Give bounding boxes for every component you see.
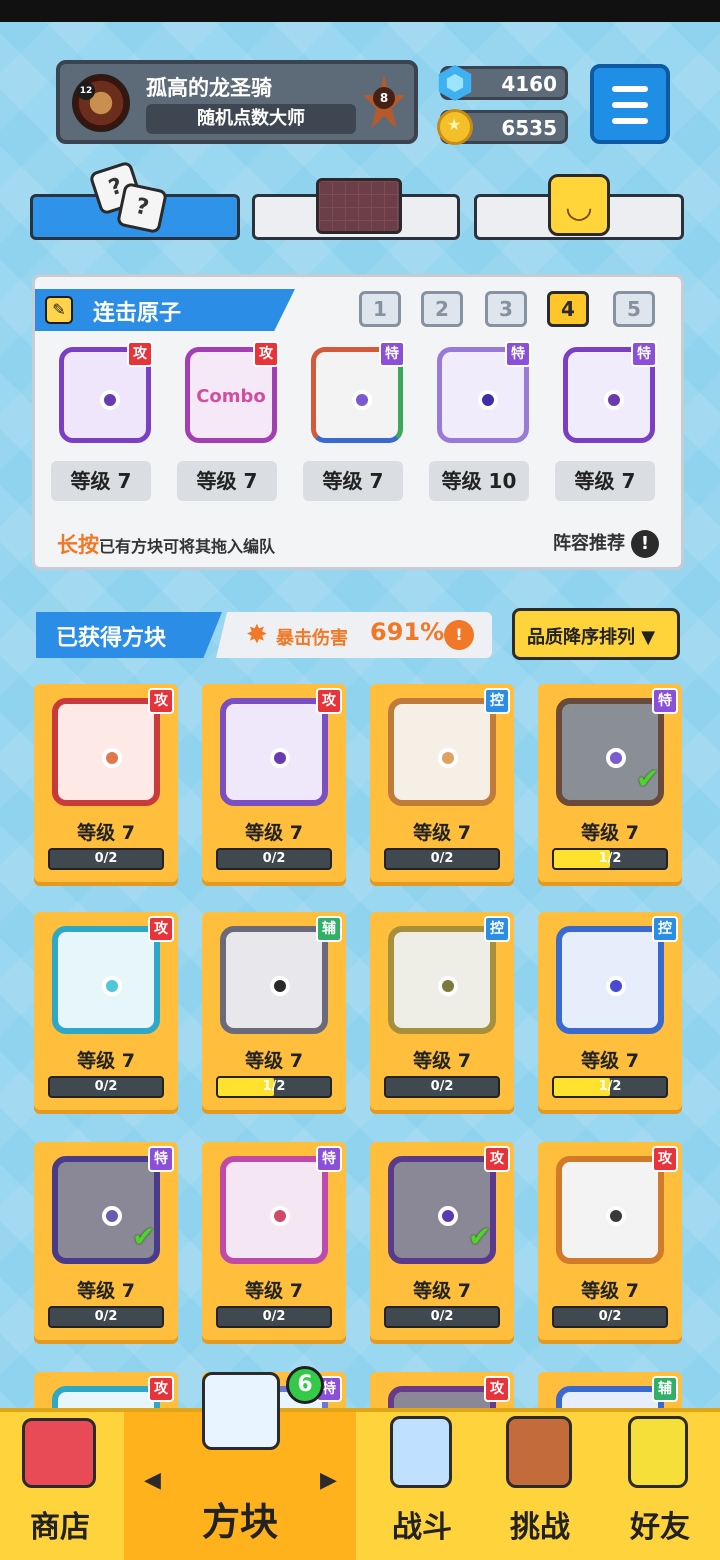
block-card[interactable]: 攻等级 7 0/2 bbox=[538, 1142, 682, 1340]
upgrade-progress-bar: 0/2 bbox=[48, 1076, 164, 1098]
nav-friends[interactable]: 好友 bbox=[600, 1412, 720, 1560]
block-level: 等级 7 bbox=[245, 1050, 303, 1072]
block-card[interactable]: 特等级 7 0/2 bbox=[202, 1142, 346, 1340]
block-level: 等级 7 bbox=[413, 1050, 471, 1072]
block-level: 等级 7 bbox=[413, 1280, 471, 1302]
upgrade-progress-text: 1/2 bbox=[598, 851, 622, 866]
upgrade-progress-text: 0/2 bbox=[262, 1309, 286, 1324]
block-art bbox=[388, 698, 496, 806]
block-level: 等级 7 bbox=[245, 822, 303, 844]
type-badge: 攻 bbox=[148, 916, 174, 942]
block-card[interactable]: 特 ✔ 等级 7 1/2 bbox=[538, 684, 682, 882]
block-art bbox=[388, 926, 496, 1034]
upgrade-progress-bar: 0/2 bbox=[48, 848, 164, 870]
block-art bbox=[556, 1156, 664, 1264]
upgrade-progress-bar: 1/2 bbox=[216, 1076, 332, 1098]
blocks-notification-badge: 6 bbox=[286, 1366, 324, 1404]
mystery-cube-icon bbox=[202, 1372, 280, 1450]
upgrade-progress-text: 0/2 bbox=[598, 1309, 622, 1324]
battle-shield-icon bbox=[390, 1416, 452, 1488]
block-card[interactable]: 特 ✔ 等级 7 0/2 bbox=[34, 1142, 178, 1340]
upgrade-progress-text: 0/2 bbox=[430, 1079, 454, 1094]
upgrade-progress-bar: 0/2 bbox=[48, 1306, 164, 1328]
type-badge: 控 bbox=[652, 916, 678, 942]
upgrade-progress-text: 1/2 bbox=[598, 1079, 622, 1094]
type-badge: 攻 bbox=[148, 688, 174, 714]
block-art bbox=[52, 926, 160, 1034]
bottom-nav: 商店 ◀ ▶ 方块 6 战斗 挑战 好友 bbox=[0, 1366, 720, 1560]
upgrade-progress-bar: 1/2 bbox=[552, 1076, 668, 1098]
block-level: 等级 7 bbox=[413, 822, 471, 844]
block-level: 等级 7 bbox=[245, 1280, 303, 1302]
nav-challenge[interactable]: 挑战 bbox=[482, 1412, 598, 1560]
block-level: 等级 7 bbox=[581, 822, 639, 844]
type-badge: 辅 bbox=[316, 916, 342, 942]
type-badge: 特 bbox=[652, 688, 678, 714]
nav-blocks[interactable]: ◀ ▶ 方块 bbox=[124, 1372, 356, 1560]
upgrade-progress-bar: 0/2 bbox=[216, 1306, 332, 1328]
upgrade-progress-bar: 0/2 bbox=[384, 1306, 500, 1328]
challenge-gate-icon bbox=[506, 1416, 572, 1488]
block-card[interactable]: 控等级 7 0/2 bbox=[370, 912, 514, 1110]
upgrade-progress-text: 0/2 bbox=[94, 1309, 118, 1324]
block-art bbox=[220, 698, 328, 806]
type-badge: 控 bbox=[484, 688, 510, 714]
block-level: 等级 7 bbox=[581, 1050, 639, 1072]
type-badge: 攻 bbox=[316, 688, 342, 714]
block-level: 等级 7 bbox=[77, 822, 135, 844]
nav-shop[interactable]: 商店 bbox=[0, 1412, 120, 1560]
type-badge: 辅 bbox=[652, 1376, 678, 1402]
type-badge: 攻 bbox=[484, 1146, 510, 1172]
block-art bbox=[52, 698, 160, 806]
block-card[interactable]: 攻 ✔ 等级 7 0/2 bbox=[370, 1142, 514, 1340]
shop-icon bbox=[22, 1418, 96, 1488]
block-level: 等级 7 bbox=[77, 1280, 135, 1302]
type-badge: 特 bbox=[316, 1146, 342, 1172]
equipped-check-icon: ✔ bbox=[132, 1220, 156, 1253]
upgrade-progress-bar: 0/2 bbox=[552, 1306, 668, 1328]
equipped-check-icon: ✔ bbox=[468, 1220, 492, 1253]
arrow-left-icon[interactable]: ◀ bbox=[144, 1468, 161, 1493]
block-card[interactable]: 控等级 7 0/2 bbox=[370, 684, 514, 882]
block-art bbox=[556, 926, 664, 1034]
block-art bbox=[220, 926, 328, 1034]
block-card[interactable]: 控等级 7 1/2 bbox=[538, 912, 682, 1110]
equipped-check-icon: ✔ bbox=[636, 762, 660, 795]
block-art bbox=[220, 1156, 328, 1264]
block-card[interactable]: 攻等级 7 0/2 bbox=[34, 912, 178, 1110]
friends-icon bbox=[628, 1416, 688, 1488]
upgrade-progress-text: 0/2 bbox=[262, 851, 286, 866]
block-card[interactable]: 辅等级 7 1/2 bbox=[202, 912, 346, 1110]
upgrade-progress-bar: 0/2 bbox=[384, 1076, 500, 1098]
block-card[interactable]: 攻等级 7 0/2 bbox=[34, 684, 178, 882]
block-level: 等级 7 bbox=[77, 1050, 135, 1072]
upgrade-progress-bar: 0/2 bbox=[384, 848, 500, 870]
type-badge: 攻 bbox=[148, 1376, 174, 1402]
upgrade-progress-text: 0/2 bbox=[94, 1079, 118, 1094]
arrow-right-icon[interactable]: ▶ bbox=[320, 1468, 337, 1493]
block-card[interactable]: 攻等级 7 0/2 bbox=[202, 684, 346, 882]
upgrade-progress-text: 1/2 bbox=[262, 1079, 286, 1094]
block-level: 等级 7 bbox=[581, 1280, 639, 1302]
type-badge: 攻 bbox=[484, 1376, 510, 1402]
upgrade-progress-text: 0/2 bbox=[430, 851, 454, 866]
upgrade-progress-text: 0/2 bbox=[94, 851, 118, 866]
block-grid: 攻等级 7 0/2 攻等级 7 0/2 控等级 7 0/2 特 ✔ 等级 7 1/2 攻等级 7 0/… bbox=[0, 0, 720, 1560]
upgrade-progress-text: 0/2 bbox=[430, 1309, 454, 1324]
upgrade-progress-bar: 0/2 bbox=[216, 848, 332, 870]
type-badge: 控 bbox=[484, 916, 510, 942]
type-badge: 特 bbox=[148, 1146, 174, 1172]
upgrade-progress-bar: 1/2 bbox=[552, 848, 668, 870]
type-badge: 攻 bbox=[652, 1146, 678, 1172]
nav-battle[interactable]: 战斗 bbox=[362, 1412, 482, 1560]
